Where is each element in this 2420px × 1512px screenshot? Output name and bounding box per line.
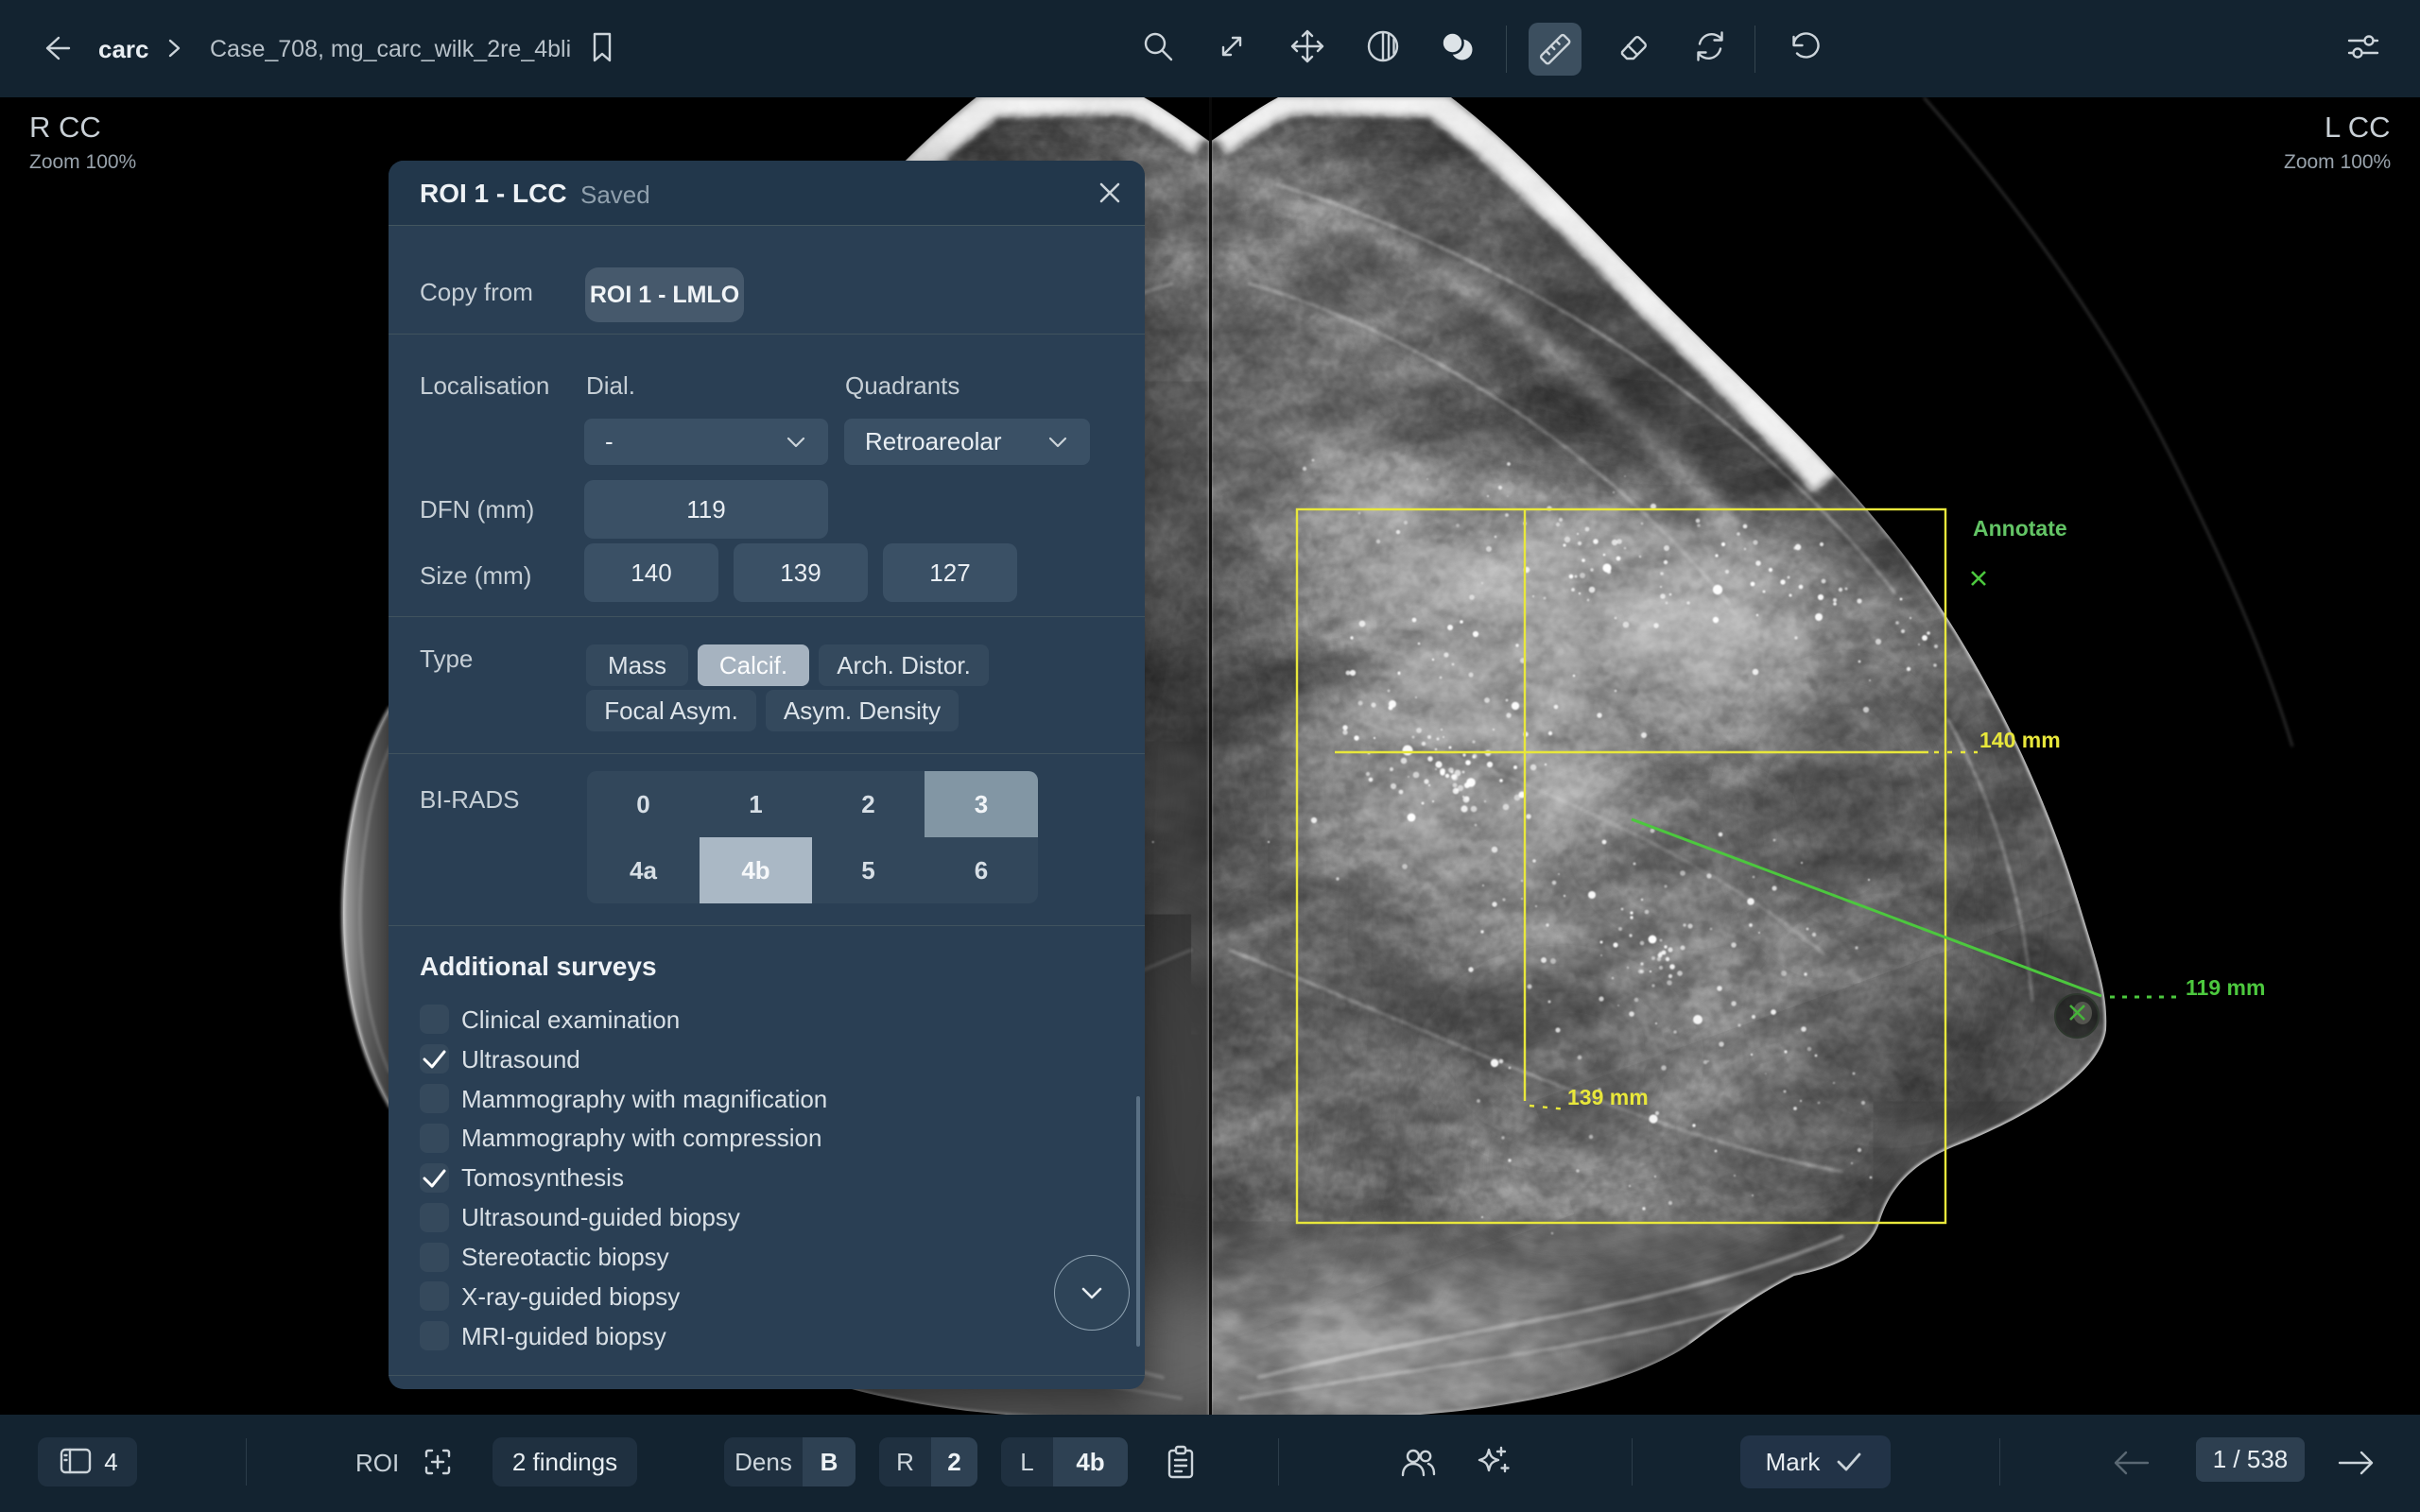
svg-text:119 mm: 119 mm xyxy=(2186,975,2265,1000)
svg-text:140 mm: 140 mm xyxy=(1979,728,2061,752)
svg-text:Annotate: Annotate xyxy=(1973,516,2067,541)
svg-text:139 mm: 139 mm xyxy=(1567,1085,1649,1109)
